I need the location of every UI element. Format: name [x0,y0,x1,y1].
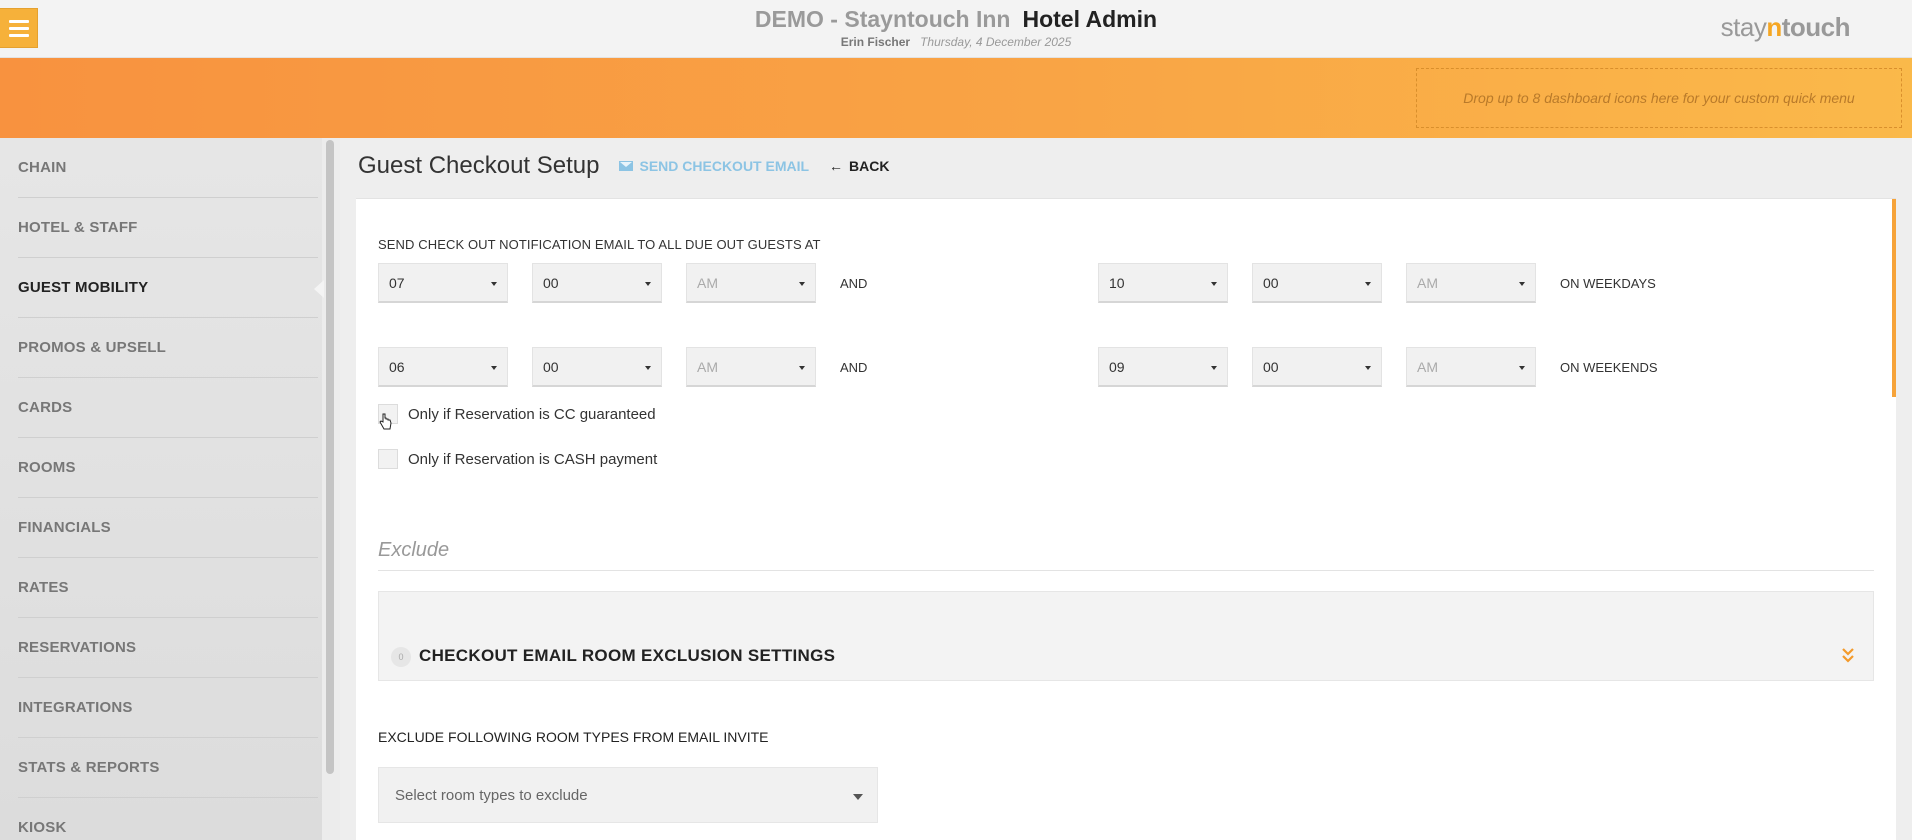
settings-panel: SEND CHECK OUT NOTIFICATION EMAIL TO ALL… [356,198,1896,840]
exclusion-count-badge: 0 [391,647,411,667]
room-types-label: EXCLUDE FOLLOWING ROOM TYPES FROM EMAIL … [378,729,769,745]
quick-menu-bar: Drop up to 8 dashboard icons here for yo… [0,58,1912,138]
send-checkout-email-label: SEND CHECKOUT EMAIL [639,158,810,174]
cc-guaranteed-option: Only if Reservation is CC guaranteed [378,404,656,424]
back-button[interactable]: ← BACK [829,158,889,174]
sidebar-item-chain[interactable]: CHAIN [18,138,318,198]
sidebar-item-kiosk[interactable]: KIOSK [18,798,318,840]
cc-guaranteed-label: Only if Reservation is CC guaranteed [408,405,656,423]
panel-scrollbar[interactable] [1892,199,1896,397]
room-exclusion-accordion[interactable]: 0 CHECKOUT EMAIL ROOM EXCLUSION SETTINGS [378,591,1874,681]
user-name: Erin Fischer [840,35,911,49]
hand-cursor-icon [379,413,392,430]
logo-part: touch [1781,12,1851,42]
app-name: Hotel Admin [1022,6,1158,32]
top-bar: DEMO - Stayntouch Inn Hotel Admin Erin Fi… [0,0,1912,58]
sidebar-scrollbar[interactable] [326,140,334,774]
sidebar-item-guest-mobility[interactable]: GUEST MOBILITY [18,258,324,318]
cash-payment-checkbox[interactable] [378,449,398,469]
and-label: AND [840,276,868,291]
back-label: BACK [849,158,890,174]
sidebar-item-rates[interactable]: RATES [18,558,318,618]
page-title: Guest Checkout Setup [358,152,600,179]
accordion-title: CHECKOUT EMAIL ROOM EXCLUSION SETTINGS [419,646,836,665]
cash-payment-option: Only if Reservation is CASH payment [378,449,657,469]
quick-menu-dropzone[interactable]: Drop up to 8 dashboard icons here for yo… [1416,68,1902,128]
hotel-name: DEMO - Stayntouch Inn [754,6,1011,32]
weekend-start-ampm-select[interactable]: AM [686,347,816,387]
main-content: Guest Checkout Setup SEND CHECKOUT EMAIL… [340,138,1912,840]
header-subtitle: Erin Fischer Thursday, 4 December 2025 [0,34,1912,50]
weekends-label: ON WEEKENDS [1560,360,1658,375]
weekdays-label: ON WEEKDAYS [1560,276,1656,291]
weekday-start-hour-select[interactable]: 07 [378,263,508,303]
header-title-block: DEMO - Stayntouch Inn Hotel Admin Erin Fi… [0,6,1912,50]
cash-payment-label: Only if Reservation is CASH payment [408,450,658,468]
stayntouch-logo: stayntouch [1720,12,1851,43]
page-header: Guest Checkout Setup SEND CHECKOUT EMAIL… [358,152,890,180]
envelope-icon [619,161,634,171]
exclude-heading: Exclude [378,539,1874,571]
double-chevron-down-icon [1842,648,1854,663]
sidebar-item-cards[interactable]: CARDS [18,378,318,438]
logo-part: n [1766,12,1782,42]
logo-part: stay [1720,12,1767,42]
weekday-end-hour-select[interactable]: 10 [1098,263,1228,303]
weekend-end-hour-select[interactable]: 09 [1098,347,1228,387]
weekday-start-minute-select[interactable]: 00 [532,263,662,303]
back-arrow-icon: ← [829,158,844,174]
sidebar-item-rooms[interactable]: ROOMS [18,438,318,498]
weekend-start-hour-select[interactable]: 06 [378,347,508,387]
weekend-end-ampm-select[interactable]: AM [1406,347,1536,387]
weekend-end-minute-select[interactable]: 00 [1252,347,1382,387]
sidebar-item-reservations[interactable]: RESERVATIONS [18,618,318,678]
and-label: AND [840,360,868,375]
weekday-start-ampm-select[interactable]: AM [686,263,816,303]
header-title: DEMO - Stayntouch Inn Hotel Admin [0,6,1912,32]
weekday-end-minute-select[interactable]: 00 [1252,263,1382,303]
weekday-end-ampm-select[interactable]: AM [1406,263,1536,303]
business-date: Thursday, 4 December 2025 [920,35,1072,49]
sidebar-item-financials[interactable]: FINANCIALS [18,498,318,558]
sidebar-item-hotel-staff[interactable]: HOTEL & STAFF [18,198,318,258]
room-types-select[interactable]: Select room types to exclude [378,767,878,823]
notify-label: SEND CHECK OUT NOTIFICATION EMAIL TO ALL… [378,237,821,252]
sidebar-item-integrations[interactable]: INTEGRATIONS [18,678,318,738]
send-checkout-email-button[interactable]: SEND CHECKOUT EMAIL [619,158,809,174]
sidebar-item-stats-reports[interactable]: STATS & REPORTS [18,738,318,798]
sidebar-item-promos-upsell[interactable]: PROMOS & UPSELL [18,318,318,378]
weekend-start-minute-select[interactable]: 00 [532,347,662,387]
sidebar-nav: CHAIN HOTEL & STAFF GUEST MOBILITY PROMO… [0,138,324,840]
